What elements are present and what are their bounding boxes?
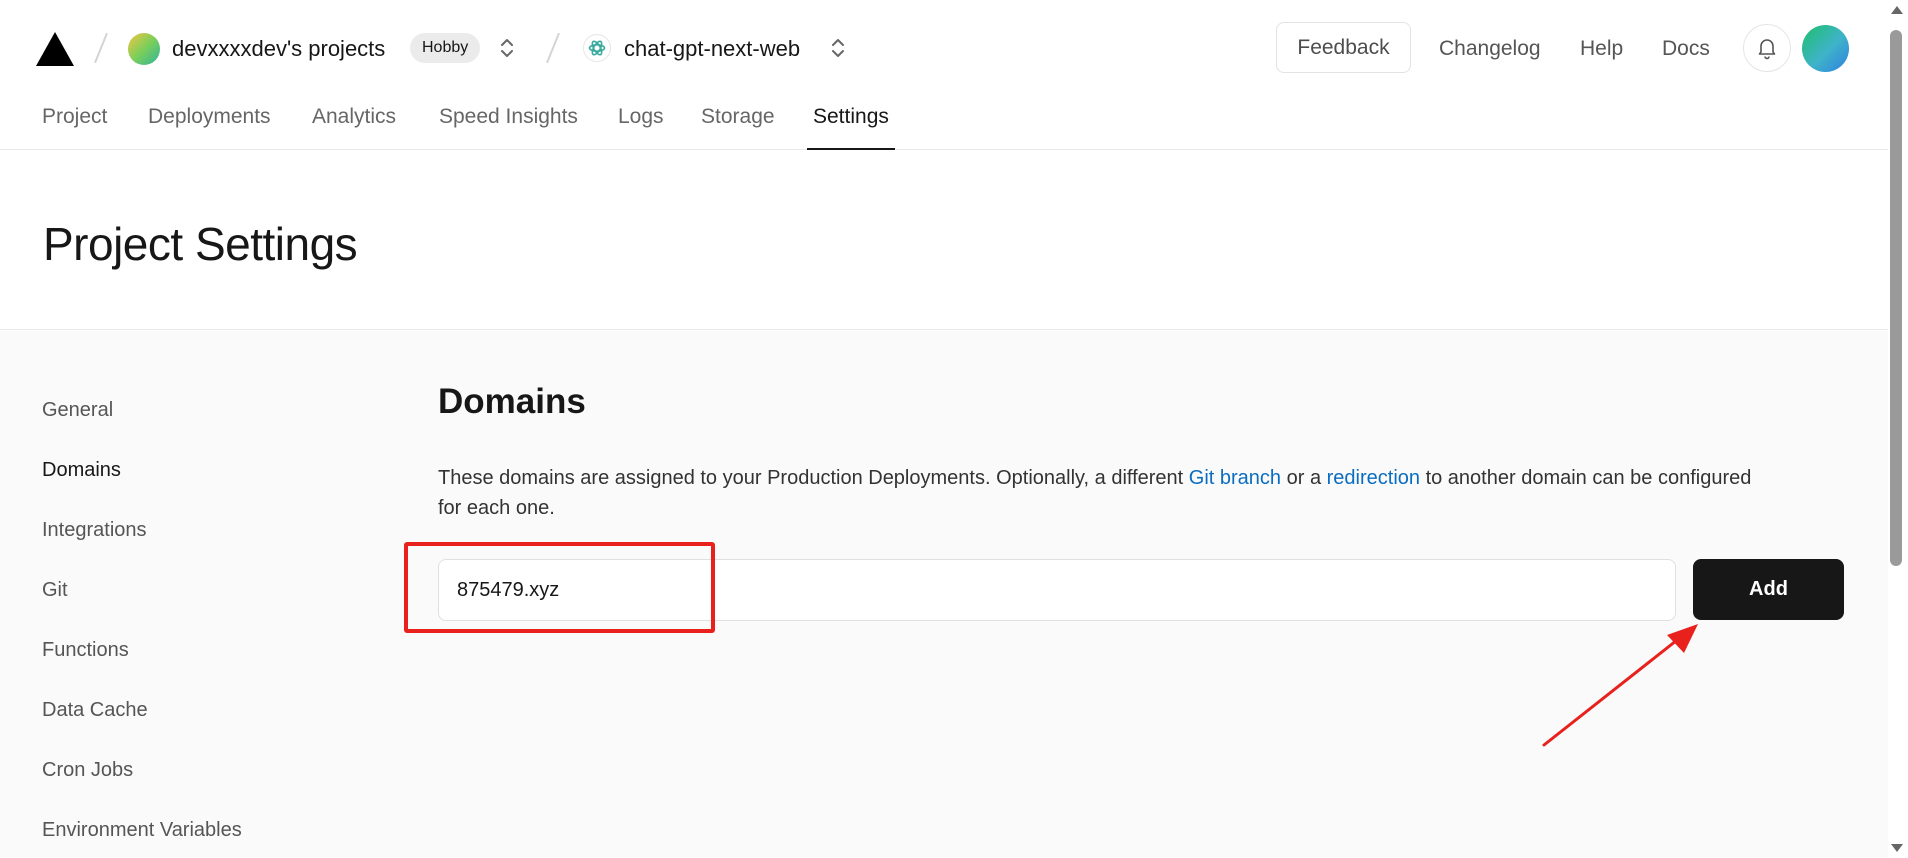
git-branch-link[interactable]: Git branch: [1189, 467, 1281, 489]
sidebar-item-git[interactable]: Git: [42, 576, 68, 604]
add-domain-button[interactable]: Add: [1693, 559, 1844, 620]
feedback-button[interactable]: Feedback: [1276, 22, 1411, 73]
notifications-button[interactable]: [1743, 24, 1791, 72]
vercel-logo-icon[interactable]: [36, 32, 74, 66]
page-title: Project Settings: [43, 218, 358, 270]
scroll-down-arrow-icon[interactable]: [1890, 842, 1904, 854]
user-avatar[interactable]: [1802, 25, 1849, 72]
domains-section-title: Domains: [438, 382, 586, 421]
tab-logs[interactable]: Logs: [612, 102, 670, 150]
tab-project[interactable]: Project: [36, 102, 113, 150]
help-link[interactable]: Help: [1580, 34, 1623, 64]
sidebar-item-data-cache[interactable]: Data Cache: [42, 696, 148, 724]
page-header: Project Settings: [0, 150, 1888, 330]
redirection-link[interactable]: redirection: [1327, 467, 1420, 489]
scrollbar-thumb[interactable]: [1890, 30, 1902, 566]
tab-analytics[interactable]: Analytics: [306, 102, 402, 150]
bell-icon: [1758, 39, 1776, 60]
changelog-link[interactable]: Changelog: [1439, 34, 1541, 64]
team-switcher-chevron-icon[interactable]: [498, 35, 516, 61]
settings-content: General Domains Integrations Git Functio…: [0, 331, 1888, 858]
project-name[interactable]: chat-gpt-next-web: [624, 34, 800, 64]
sidebar-item-cron-jobs[interactable]: Cron Jobs: [42, 756, 133, 784]
project-switcher-chevron-icon[interactable]: [829, 35, 847, 61]
docs-link[interactable]: Docs: [1662, 34, 1710, 64]
openai-icon: [583, 34, 611, 62]
team-name[interactable]: devxxxxdev's projects: [172, 34, 385, 64]
tab-deployments[interactable]: Deployments: [142, 102, 277, 150]
tab-settings[interactable]: Settings: [807, 102, 895, 150]
top-navbar: devxxxxdev's projects Hobby chat-gpt-nex…: [0, 0, 1888, 96]
sidebar-item-functions[interactable]: Functions: [42, 636, 129, 664]
plan-badge: Hobby: [410, 33, 481, 63]
breadcrumb-separator: [94, 30, 108, 66]
tab-storage[interactable]: Storage: [695, 102, 781, 150]
description-text: or a: [1281, 467, 1327, 489]
description-text: These domains are assigned to your Produ…: [438, 467, 1189, 489]
sidebar-item-domains[interactable]: Domains: [42, 456, 121, 484]
domains-description: These domains are assigned to your Produ…: [438, 463, 1778, 523]
scroll-up-arrow-icon[interactable]: [1890, 4, 1904, 16]
sidebar-item-general[interactable]: General: [42, 396, 113, 424]
team-avatar[interactable]: [128, 33, 160, 65]
sidebar-item-integrations[interactable]: Integrations: [42, 516, 147, 544]
project-tabs: Project Deployments Analytics Speed Insi…: [0, 96, 1888, 150]
sidebar-item-environment-variables[interactable]: Environment Variables: [42, 816, 242, 844]
annotation-arrow-icon: [1542, 624, 1698, 747]
domain-input[interactable]: [438, 559, 1676, 621]
breadcrumb-separator: [546, 30, 560, 66]
tab-speed-insights[interactable]: Speed Insights: [433, 102, 584, 150]
